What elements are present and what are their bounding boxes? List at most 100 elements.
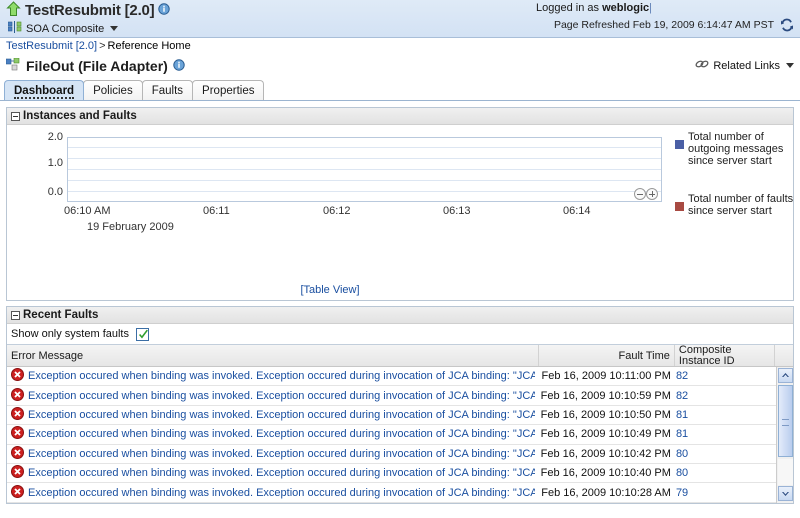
fault-time-cell: Feb 16, 2009 10:10:59 PM xyxy=(540,389,671,402)
table-row[interactable]: Exception occured when binding was invok… xyxy=(7,386,793,406)
x-tick-1: 06:11 xyxy=(203,205,230,217)
table-row[interactable]: Exception occured when binding was invok… xyxy=(7,483,793,503)
x-tick-4: 06:14 xyxy=(563,205,591,217)
logged-in-username[interactable]: weblogic xyxy=(602,2,649,14)
chain-link-icon xyxy=(695,58,709,73)
composite-type-label: SOA Composite xyxy=(26,22,105,35)
composite-instance-id-cell[interactable]: 82 xyxy=(675,386,775,404)
fault-time-cell: Feb 16, 2009 10:10:28 AM xyxy=(541,486,671,499)
show-system-faults-checkbox[interactable] xyxy=(136,327,149,341)
composite-instance-id-cell[interactable]: 82 xyxy=(675,367,775,385)
info-icon[interactable] xyxy=(158,3,171,18)
column-header-error-message[interactable]: Error Message xyxy=(7,345,540,366)
logged-in-prefix: Logged in as xyxy=(536,2,600,14)
tab-properties[interactable]: Properties xyxy=(192,80,265,100)
instances-faults-chart: 2.0 1.0 0.0 06:10 AM 06:11 06:12 06:13 0… xyxy=(7,125,793,300)
error-icon xyxy=(11,445,24,462)
zoom-in-icon[interactable] xyxy=(646,188,658,200)
faults-table-scrollbar[interactable] xyxy=(776,367,793,503)
error-icon xyxy=(11,387,24,404)
scroll-down-arrow-icon[interactable] xyxy=(778,485,793,501)
table-row[interactable]: Exception occured when binding was invok… xyxy=(7,367,793,387)
composite-type-selector[interactable]: SOA Composite xyxy=(7,21,119,36)
error-icon xyxy=(11,368,24,384)
y-tick-1: 1.0 xyxy=(47,157,63,169)
green-up-arrow-icon[interactable] xyxy=(6,1,21,20)
chevron-down-icon[interactable] xyxy=(110,26,119,31)
legend-swatch-faults xyxy=(675,202,684,211)
tab-dashboard[interactable]: Dashboard xyxy=(4,80,85,100)
error-icon xyxy=(11,484,24,501)
column-header-fault-time[interactable]: Fault Time xyxy=(539,345,675,366)
table-row[interactable]: Exception occured when binding was invok… xyxy=(7,406,793,426)
related-links-menu[interactable]: Related Links xyxy=(695,58,794,73)
fault-message-cell: Exception occured when binding was invok… xyxy=(7,464,539,482)
breadcrumb-root-link[interactable]: TestResubmit [2.0] xyxy=(6,40,97,52)
scroll-up-arrow-icon[interactable] xyxy=(777,368,793,383)
fault-message-cell: Exception occured when binding was invok… xyxy=(7,406,539,424)
app-title-row: TestResubmit [2.0] xyxy=(6,1,171,20)
fault-message-link[interactable]: Exception occured when binding was invok… xyxy=(28,409,535,421)
gridline xyxy=(68,191,661,192)
table-row[interactable]: Exception occured when binding was invok… xyxy=(7,445,793,464)
reference-adapter-icon xyxy=(5,57,21,75)
y-tick-0: 0.0 xyxy=(47,186,63,198)
info-icon[interactable] xyxy=(173,58,185,74)
collapse-icon[interactable] xyxy=(11,111,20,121)
instances-and-faults-panel: Instances and Faults 2.0 1.0 0.0 06:10 A… xyxy=(6,107,794,301)
tab-faults[interactable]: Faults xyxy=(141,80,194,100)
column-header-composite-instance-id[interactable]: Composite Instance ID xyxy=(675,345,776,366)
x-tick-0: 06:10 AM xyxy=(64,205,111,217)
composite-instance-id-cell[interactable]: 79 xyxy=(675,483,775,501)
composite-instance-id-cell[interactable]: 80 xyxy=(675,445,775,463)
scrollbar-thumb[interactable] xyxy=(778,385,793,457)
page-refreshed-text: Page Refreshed Feb 19, 2009 6:14:47 AM P… xyxy=(553,19,774,31)
recent-faults-header[interactable]: Recent Faults xyxy=(7,307,793,324)
gridline xyxy=(68,180,661,181)
legend-item-faults: Total number of faults since server star… xyxy=(675,193,800,217)
composite-instance-id-cell[interactable]: 81 xyxy=(675,406,775,424)
instances-panel-title: Instances and Faults xyxy=(23,110,137,122)
table-row[interactable]: Exception occured when binding was invok… xyxy=(7,425,793,445)
chart-legend: Total number of outgoing messages since … xyxy=(675,131,800,243)
fault-message-link[interactable]: Exception occured when binding was invok… xyxy=(28,448,535,460)
table-row[interactable]: Exception occured when binding was invok… xyxy=(7,464,793,484)
chart-zoom-controls xyxy=(634,188,658,200)
fault-time-cell: Feb 16, 2009 10:10:50 PM xyxy=(540,408,671,421)
reference-page-title: FileOut (File Adapter) xyxy=(26,58,168,74)
gridline xyxy=(68,169,661,170)
table-view-link[interactable]: [Table View] xyxy=(300,284,359,296)
tab-bar: Dashboard Policies Faults Properties xyxy=(0,80,800,101)
fault-message-link[interactable]: Exception occured when binding was invok… xyxy=(28,428,535,440)
instances-panel-header[interactable]: Instances and Faults xyxy=(7,108,793,125)
faults-table-header: Error Message Fault Time Composite Insta… xyxy=(7,345,793,367)
refresh-icon[interactable] xyxy=(780,18,794,32)
tab-policies[interactable]: Policies xyxy=(83,80,143,100)
fault-message-cell: Exception occured when binding was invok… xyxy=(7,425,539,443)
composite-instance-id-cell[interactable]: 81 xyxy=(675,425,775,443)
scrollbar-track[interactable] xyxy=(778,459,793,485)
composite-instance-id-cell[interactable]: 80 xyxy=(675,464,775,482)
fault-message-cell: Exception occured when binding was invok… xyxy=(7,386,539,404)
logged-in-status: Logged in as weblogic| xyxy=(536,2,652,14)
fault-message-link[interactable]: Exception occured when binding was invok… xyxy=(28,487,535,499)
y-tick-2: 2.0 xyxy=(47,131,63,143)
zoom-out-icon[interactable] xyxy=(634,188,646,200)
related-links-label: Related Links xyxy=(713,59,780,72)
fault-message-link[interactable]: Exception occured when binding was invok… xyxy=(28,467,535,479)
error-icon xyxy=(11,406,24,423)
chart-y-axis: 2.0 1.0 0.0 xyxy=(29,131,63,206)
fault-message-link[interactable]: Exception occured when binding was invok… xyxy=(28,390,535,402)
tab-faults-label: Faults xyxy=(151,85,184,97)
soa-composite-icon xyxy=(7,21,22,36)
chart-x-axis-label: 19 February 2009 xyxy=(87,221,174,233)
fault-message-cell: Exception occured when binding was invok… xyxy=(7,483,539,501)
page-title: TestResubmit [2.0] xyxy=(25,2,155,19)
chevron-down-icon[interactable] xyxy=(786,63,794,68)
collapse-icon[interactable] xyxy=(11,310,20,320)
page-heading: FileOut (File Adapter) Related Links xyxy=(0,54,800,78)
fault-message-link[interactable]: Exception occured when binding was invok… xyxy=(28,370,535,382)
table-view-row: [Table View] xyxy=(7,284,793,296)
breadcrumb-separator: > xyxy=(99,40,106,52)
gridline xyxy=(68,147,661,148)
